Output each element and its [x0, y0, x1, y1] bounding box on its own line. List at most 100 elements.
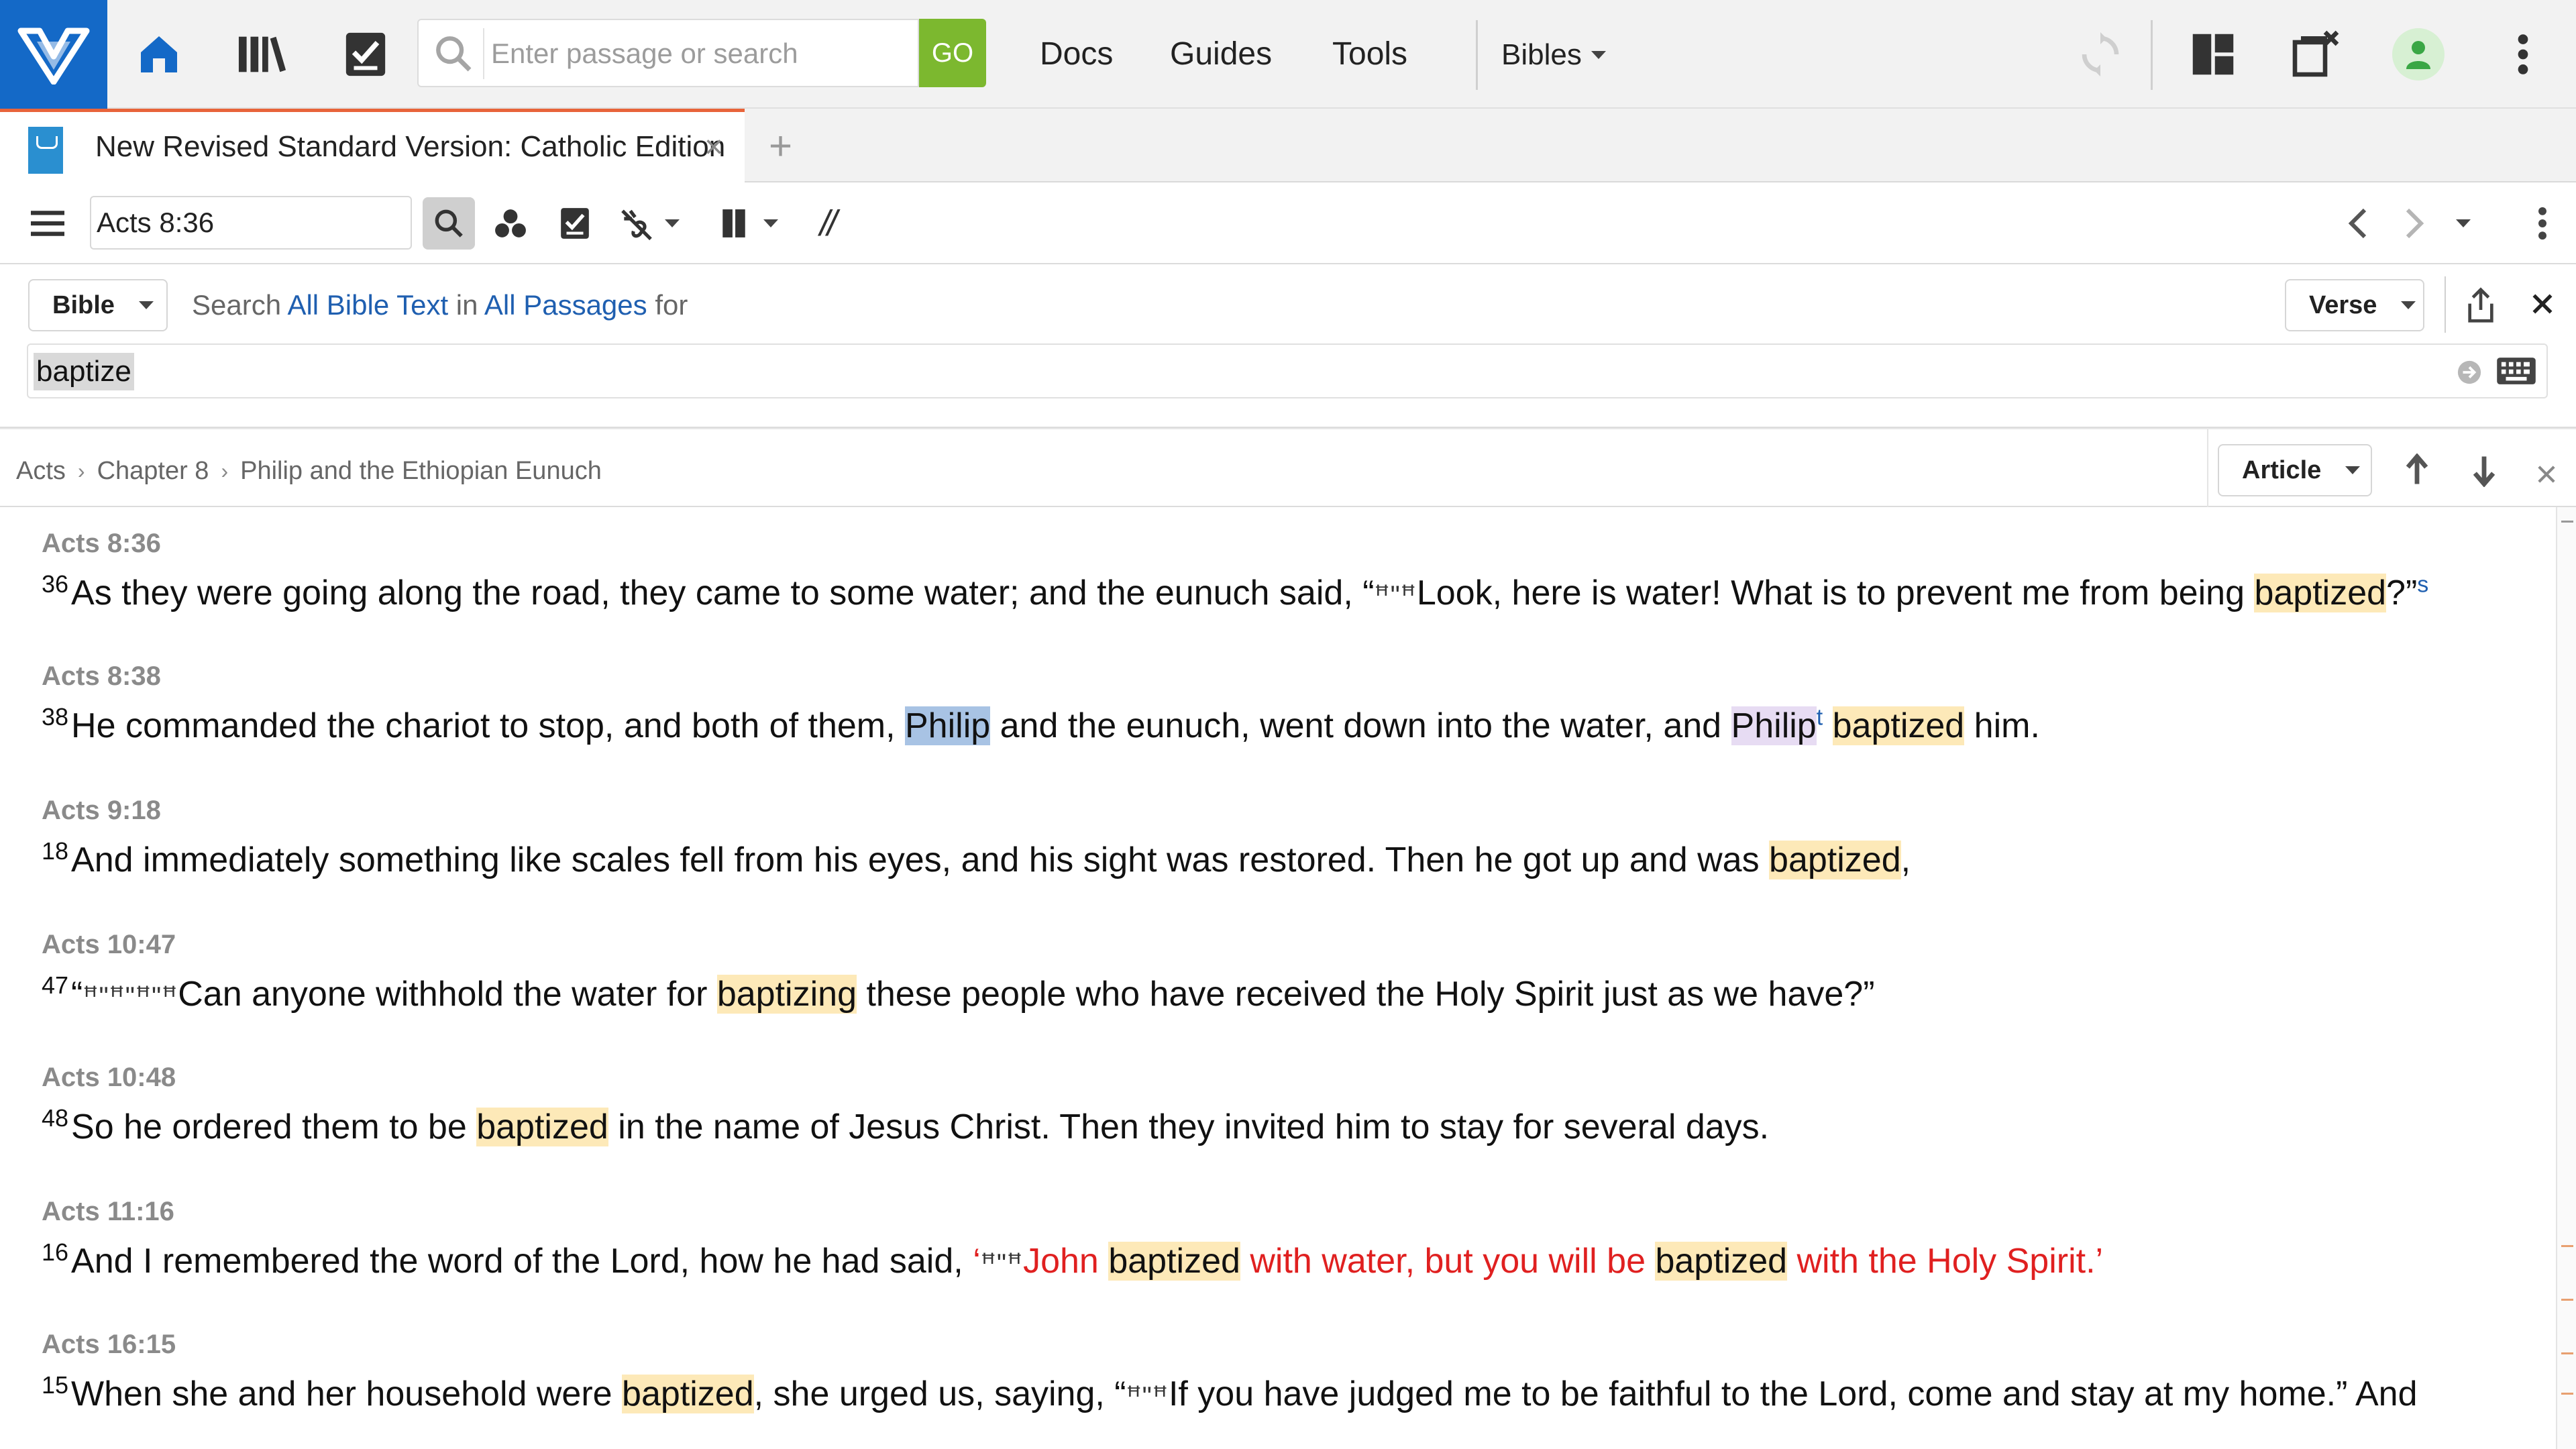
search-query-text[interactable]: baptize	[34, 353, 134, 390]
global-search-input[interactable]	[491, 30, 907, 78]
nav-tools[interactable]: Tools	[1332, 32, 1407, 76]
reading-plan-button[interactable]	[554, 197, 596, 250]
search-query-box[interactable]: baptize	[27, 343, 2548, 398]
close-results-icon[interactable]	[2536, 455, 2557, 492]
display-mode-dropdown[interactable]: Article	[2218, 444, 2372, 496]
search-hit[interactable]: baptized	[1655, 1242, 1788, 1281]
visual-filters-button[interactable]	[490, 197, 531, 250]
breadcrumb-divider	[2207, 429, 2208, 508]
search-range-link[interactable]: All Passages	[484, 289, 647, 321]
close-panels-button[interactable]	[2285, 24, 2345, 85]
breadcrumb-chapter[interactable]: Chapter 8	[97, 453, 209, 488]
result-reference[interactable]: Acts 9:18	[42, 794, 2537, 826]
verse-number: 36	[42, 570, 69, 598]
nav-docs[interactable]: Docs	[1040, 32, 1113, 76]
next-result-button[interactable]	[2463, 444, 2505, 496]
verse-text-segment: him.	[1964, 706, 2040, 745]
result-reference[interactable]: Acts 8:38	[42, 660, 2537, 692]
search-icon	[435, 209, 463, 237]
search-header-divider	[2445, 276, 2446, 333]
result-item[interactable]: Acts 16:15 15When she and her household w…	[42, 1328, 2537, 1421]
chevron-down-icon	[763, 219, 778, 227]
account-button[interactable]	[2392, 28, 2445, 80]
search-hit[interactable]: baptized	[1108, 1242, 1240, 1281]
parallel-resources-button[interactable]: //	[802, 197, 852, 250]
home-button[interactable]	[129, 24, 189, 85]
result-item[interactable]: Acts 10:48 48So he ordered them to be bap…	[42, 1061, 2537, 1151]
search-hit[interactable]: baptized	[1832, 706, 1965, 745]
chevron-down-icon	[138, 301, 154, 309]
reference-input[interactable]	[90, 196, 412, 250]
search-type-dropdown[interactable]: Bible	[28, 279, 168, 331]
chevron-down-icon	[665, 219, 680, 227]
scrollbar-marker	[2561, 521, 2573, 523]
verse-text-segment: with the Holy Spirit.’	[1787, 1242, 2104, 1281]
go-button[interactable]: GO	[919, 19, 986, 87]
result-reference[interactable]: Acts 11:16	[42, 1195, 2537, 1228]
result-item[interactable]: Acts 8:36 36As they were going along the …	[42, 527, 2537, 620]
previous-result-button[interactable]	[2396, 444, 2438, 496]
verse-text-segment: these people who have received the Holy …	[857, 975, 1875, 1014]
verse-text-segment: Can anyone withhold the water for	[178, 975, 717, 1014]
result-view-dropdown[interactable]: Verse	[2285, 279, 2424, 331]
more-menu-button[interactable]	[2493, 24, 2553, 85]
panel-menu-button[interactable]	[27, 197, 68, 250]
result-reference[interactable]: Acts 10:48	[42, 1061, 2537, 1093]
search-hit[interactable]: Philip	[1731, 706, 1817, 745]
search-scope-link[interactable]: All Bible Text	[287, 289, 448, 321]
footnote-marker[interactable]: t	[1817, 705, 1823, 731]
search-hit[interactable]: baptized	[622, 1375, 754, 1413]
search-submit-button[interactable]	[2457, 360, 2482, 388]
verse-number: 48	[42, 1104, 69, 1132]
search-hit[interactable]: Philip	[905, 706, 991, 745]
close-search-panel-icon[interactable]	[2530, 286, 2555, 323]
layouts-button[interactable]	[2183, 24, 2243, 85]
virtual-keyboard-button[interactable]	[2496, 356, 2537, 390]
history-dropdown-button[interactable]	[2450, 197, 2477, 250]
library-icon	[238, 36, 286, 72]
scrollbar-marker	[2561, 1393, 2573, 1395]
checklist-icon	[345, 32, 386, 76]
library-button[interactable]	[232, 24, 292, 85]
chevron-down-icon	[1591, 51, 1606, 59]
search-hit[interactable]: baptizing	[716, 975, 857, 1014]
nav-guides[interactable]: Guides	[1170, 32, 1272, 76]
panel-more-button[interactable]	[2529, 197, 2556, 250]
close-icon	[2538, 466, 2555, 483]
close-tab-icon[interactable]: ×	[704, 131, 723, 164]
breadcrumb-section[interactable]: Philip and the Ethiopian Eunuch	[240, 453, 602, 488]
search-toggle-button[interactable]	[423, 197, 475, 250]
history-back-button[interactable]	[2336, 197, 2380, 250]
search-hit[interactable]: baptized	[476, 1108, 608, 1146]
close-panels-icon	[2292, 30, 2339, 77]
tasks-button[interactable]	[335, 24, 396, 85]
search-hit[interactable]: baptized	[1769, 841, 1901, 879]
tab-nrsvce[interactable]: New Revised Standard Version: Catholic E…	[0, 109, 745, 182]
verse-text-segment: in the name of Jesus Christ. Then they i…	[608, 1108, 1770, 1146]
breadcrumb-book[interactable]: Acts	[16, 453, 66, 488]
history-forward-button[interactable]	[2392, 197, 2436, 250]
verse-number: 47	[42, 971, 69, 999]
sync-button[interactable]	[2070, 24, 2131, 85]
verse-text-segment: “	[71, 975, 83, 1014]
verse-text-segment: John	[1023, 1242, 1109, 1281]
verse-text-segment: If you have judged me to be faithful to …	[1168, 1375, 2418, 1413]
add-tab-icon[interactable]: +	[769, 126, 792, 166]
bibles-menu[interactable]: Bibles	[1501, 35, 1606, 75]
result-item[interactable]: Acts 11:16 16And I remembered the word of…	[42, 1195, 2537, 1288]
result-reference[interactable]: Acts 16:15	[42, 1328, 2537, 1360]
result-item[interactable]: Acts 10:47 47“ꟸ"ꟸ"ꟸ"ꟸCan anyone withhold …	[42, 928, 2537, 1021]
search-hit[interactable]: baptized	[2254, 574, 2387, 612]
search-type-label: Bible	[52, 290, 115, 319]
results-scrollbar[interactable]	[2556, 507, 2576, 1449]
link-set-button[interactable]	[612, 197, 686, 250]
share-results-button[interactable]	[2453, 279, 2509, 331]
result-item[interactable]: Acts 9:18 18And immediately something lik…	[42, 794, 2537, 884]
visual-filter-icon	[495, 209, 526, 237]
logos-logo[interactable]	[0, 0, 107, 109]
columns-button[interactable]	[712, 197, 786, 250]
result-reference[interactable]: Acts 10:47	[42, 928, 2537, 961]
result-item[interactable]: Acts 8:38 38He commanded the chariot to s…	[42, 660, 2537, 750]
footnote-marker[interactable]: s	[2417, 572, 2428, 598]
result-reference[interactable]: Acts 8:36	[42, 527, 2537, 559]
